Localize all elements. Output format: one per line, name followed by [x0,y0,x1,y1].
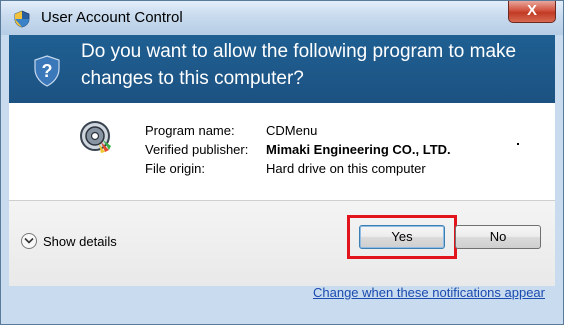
question-shield-icon: ? [33,55,61,87]
file-origin-value: Hard drive on this computer [266,161,426,176]
program-name-value: CDMenu [266,123,318,138]
program-name-label: Program name: [145,123,235,138]
change-notifications-link[interactable]: Change when these notifications appear [313,285,545,300]
publisher-value: Mimaki Engineering CO., LTD. [266,142,451,157]
uac-dialog: User Account Control X ? Do you want to … [0,0,564,325]
uac-shield-icon [13,10,31,28]
no-button[interactable]: No [455,225,541,249]
svg-text:?: ? [42,61,53,81]
publisher-label: Verified publisher: [145,142,249,157]
window-title: User Account Control [41,9,183,26]
stray-dot [517,143,519,145]
title-bar: User Account Control X [1,1,563,35]
question-banner: ? Do you want to allow the following pro… [9,35,555,103]
chevron-down-icon[interactable] [21,233,37,249]
file-origin-label: File origin: [145,161,205,176]
dialog-footer: Show details Yes No Change when these no… [9,200,555,300]
program-info-panel: Program name: CDMenu Verified publisher:… [9,103,555,200]
show-details-label[interactable]: Show details [43,234,117,249]
cd-program-icon [79,120,113,154]
yes-button[interactable]: Yes [359,225,445,249]
close-button[interactable]: X [508,1,556,23]
show-details-toggle[interactable]: Show details [21,233,117,249]
question-text: Do you want to allow the following progr… [81,41,517,89]
